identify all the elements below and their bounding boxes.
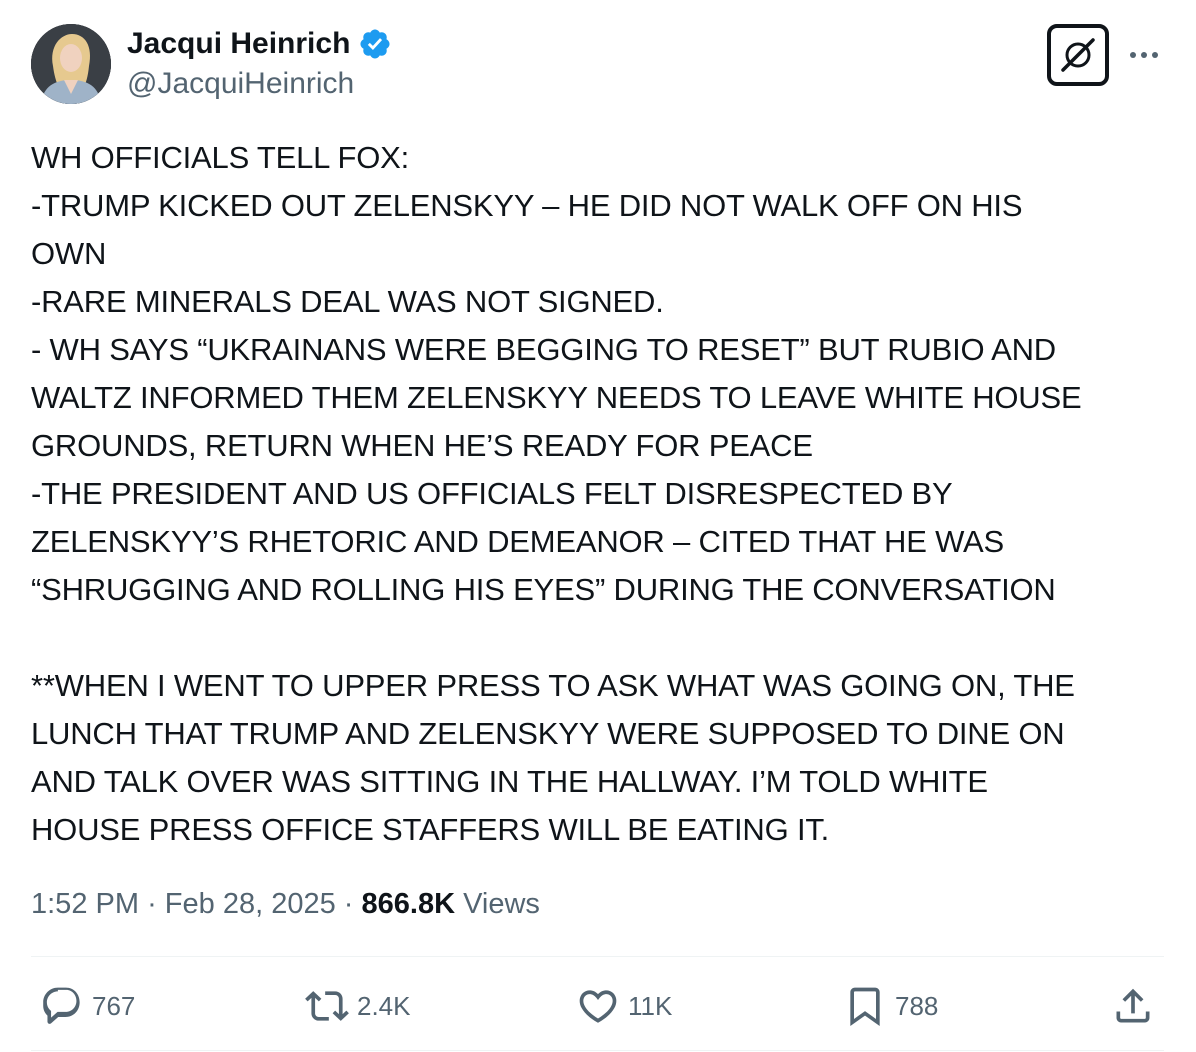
tweet-text-line: -RARE MINERALS DEAL WAS NOT SIGNED. [31, 284, 664, 319]
tweet-time[interactable]: 1:52 PM [31, 888, 139, 920]
repost-count: 2.4K [357, 990, 411, 1021]
avatar-image [31, 24, 111, 104]
author-handle[interactable]: @JacquiHeinrich [127, 66, 354, 102]
tweet-date[interactable]: Feb 28, 2025 [165, 888, 336, 920]
verified-badge-icon[interactable] [358, 27, 392, 61]
more-options-button[interactable] [1126, 40, 1162, 70]
tweet-text-line: OWN [31, 236, 107, 271]
tweet-text: WH OFFICIALS TELL FOX: -TRUMP KICKED OUT… [31, 134, 1171, 854]
tweet-text-line: -THE PRESIDENT AND US OFFICIALS FELT DIS… [31, 476, 953, 511]
bookmark-icon [850, 987, 880, 1027]
views-count[interactable]: 866.8K [362, 888, 456, 920]
like-icon [579, 990, 617, 1023]
like-button[interactable]: 11K [576, 982, 672, 1030]
tweet-text-line: WH OFFICIALS TELL FOX: [31, 140, 409, 175]
tweet-card: Jacqui Heinrich @JacquiHeinrich WH OFFIC… [0, 0, 1196, 1052]
tweet-text-line: ZELENSKYY’S RHETORIC AND DEMEANOR – CITE… [31, 524, 1004, 559]
repost-button[interactable]: 2.4K [305, 982, 411, 1030]
views-label: Views [463, 888, 540, 920]
grok-button[interactable] [1047, 24, 1109, 86]
author-name-row: Jacqui Heinrich [127, 26, 392, 62]
like-count: 11K [628, 990, 673, 1021]
action-bar: 767 2.4K 11K 788 [31, 982, 1164, 1030]
tweet-text-line: “SHRUGGING AND ROLLING HIS EYES” DURING … [31, 572, 1056, 607]
tweet-text-line [31, 614, 1171, 662]
tweet-text-line: LUNCH THAT TRUMP AND ZELENSKYY WERE SUPP… [31, 716, 1065, 751]
author-avatar[interactable] [31, 24, 111, 104]
tweet-text-line: **WHEN I WENT TO UPPER PRESS TO ASK WHAT… [31, 668, 1075, 703]
author-display-name[interactable]: Jacqui Heinrich [127, 26, 350, 62]
share-button[interactable] [1111, 982, 1155, 1030]
bookmark-button[interactable]: 788 [843, 982, 938, 1030]
more-icon [1130, 52, 1158, 58]
tweet-meta: 1:52 PM · Feb 28, 2025 · 866.8K Views [31, 884, 540, 924]
grok-icon [1061, 38, 1095, 72]
tweet-text-line: AND TALK OVER WAS SITTING IN THE HALLWAY… [31, 764, 988, 799]
meta-separator: · [343, 888, 354, 920]
repost-icon [305, 991, 349, 1021]
tweet-text-line: - WH SAYS “UKRAINANS WERE BEGGING TO RES… [31, 332, 1056, 367]
divider [31, 1050, 1164, 1051]
tweet-text-line: HOUSE PRESS OFFICE STAFFERS WILL BE EATI… [31, 812, 830, 847]
tweet-text-line: GROUNDS, RETURN WHEN HE’S READY FOR PEAC… [31, 428, 813, 463]
bookmark-count: 788 [895, 990, 939, 1021]
reply-button[interactable]: 767 [40, 982, 135, 1030]
reply-count: 767 [92, 990, 136, 1021]
meta-separator: · [147, 888, 157, 920]
tweet-text-line: WALTZ INFORMED THEM ZELENSKYY NEEDS TO L… [31, 380, 1082, 415]
divider [31, 956, 1164, 957]
reply-icon [43, 987, 80, 1024]
share-icon [1116, 988, 1150, 1023]
tweet-text-line: -TRUMP KICKED OUT ZELENSKYY – HE DID NOT… [31, 188, 1023, 223]
